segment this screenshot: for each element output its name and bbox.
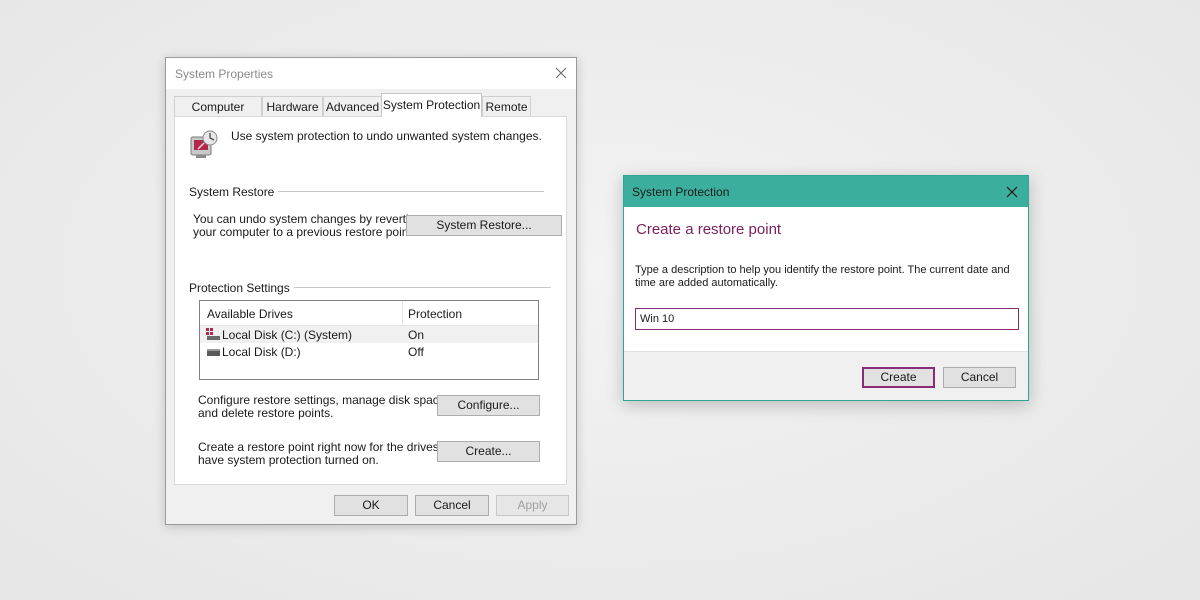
drive-icon [206, 345, 220, 357]
ok-button[interactable]: OK [334, 495, 408, 516]
cancel-button[interactable]: Cancel [415, 495, 489, 516]
dialog-title: System Protection [632, 185, 730, 199]
dialog-description-line-1: Type a description to help you identify … [635, 264, 1010, 276]
drive-row-d[interactable]: Local Disk (D:) Off [200, 343, 538, 360]
list-header: Available Drives Protection [200, 301, 538, 326]
system-restore-description-2: your computer to a previous restore poin… [193, 225, 416, 239]
dialog-description-line-2: time are added automatically. [635, 277, 778, 289]
drive-protection-status: On [408, 328, 425, 342]
window-title: System Properties [175, 67, 274, 81]
drive-row-c[interactable]: Local Disk (C:) (System) On [200, 326, 538, 343]
column-header-drives[interactable]: Available Drives [207, 307, 293, 321]
tab-hardware[interactable]: Hardware [262, 96, 323, 116]
protection-settings-group-label: Protection Settings [189, 281, 294, 295]
close-icon[interactable] [550, 62, 572, 84]
create-restore-point-dialog: System Protection Create a restore point… [623, 175, 1029, 401]
system-restore-group-label: System Restore [189, 185, 279, 199]
drive-protection-status: Off [408, 345, 424, 359]
cancel-button[interactable]: Cancel [943, 367, 1016, 388]
system-protection-icon [188, 129, 220, 161]
create-description-2: have system protection turned on. [198, 453, 379, 467]
tab-remote[interactable]: Remote [482, 96, 531, 116]
drive-name: Local Disk (D:) [222, 345, 301, 359]
drive-name: Local Disk (C:) (System) [222, 328, 353, 342]
tab-system-protection[interactable]: System Protection [381, 93, 482, 117]
column-header-protection[interactable]: Protection [408, 307, 462, 321]
configure-description-2: and delete restore points. [198, 406, 334, 420]
dialog-description: Type a description to help you identify … [635, 264, 1020, 290]
apply-button[interactable]: Apply [496, 495, 569, 516]
close-icon[interactable] [1001, 181, 1023, 203]
tab-computer-name[interactable]: Computer Name [174, 96, 262, 134]
create-restore-point-button[interactable]: Create... [437, 441, 540, 462]
system-properties-window: System Properties Computer Name Hardware… [165, 57, 577, 525]
restore-point-description-input[interactable] [635, 308, 1019, 330]
title-bar: System Protection [624, 176, 1028, 207]
system-restore-button[interactable]: System Restore... [406, 215, 562, 236]
tab-advanced[interactable]: Advanced [323, 96, 382, 116]
system-protection-panel: Use system protection to undo unwanted s… [174, 116, 567, 485]
configure-button[interactable]: Configure... [437, 395, 540, 416]
drives-list[interactable]: Available Drives Protection Local Disk (… [199, 300, 539, 380]
dialog-heading: Create a restore point [636, 221, 782, 238]
system-drive-icon [206, 328, 220, 340]
dialog-footer: Create Cancel [624, 351, 1028, 400]
column-separator[interactable] [402, 301, 403, 325]
title-bar: System Properties [166, 58, 576, 89]
create-button[interactable]: Create [862, 367, 935, 388]
intro-text: Use system protection to undo unwanted s… [231, 129, 542, 143]
